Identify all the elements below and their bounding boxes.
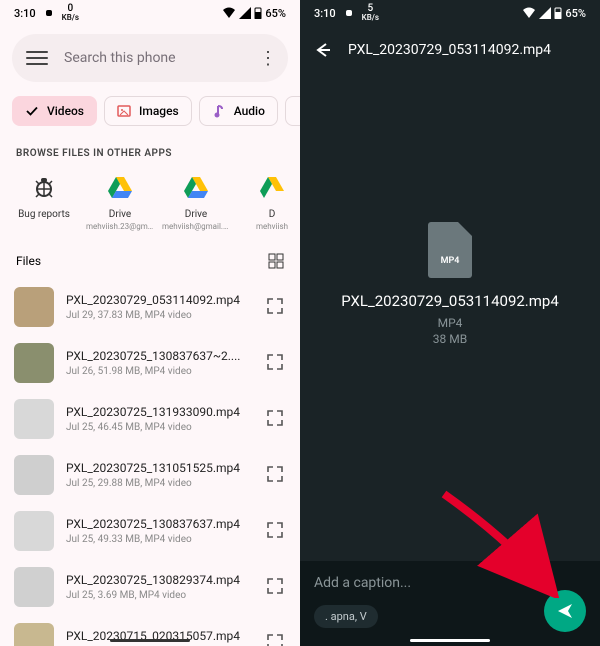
drive-icon xyxy=(182,173,210,201)
chip-documents[interactable]: Doc xyxy=(285,96,300,126)
file-meta: Jul 25, 49.33 MB, MP4 video xyxy=(66,534,254,545)
preview-file-name: PXL_20230729_053114092.mp4 xyxy=(321,292,579,310)
expand-icon[interactable] xyxy=(266,353,286,373)
recipient-chip[interactable]: . apna, V xyxy=(314,605,378,628)
file-name: PXL_20230725_130829374.mp4 xyxy=(66,573,254,587)
app-drive-2[interactable]: Drive mehviish@gmail.c... xyxy=(158,173,234,231)
apps-row: Bug reports Drive mehviish.23@gma... Dri… xyxy=(0,167,300,243)
image-icon xyxy=(117,104,131,118)
status-dot-icon xyxy=(44,8,54,18)
file-name: PXL_20230725_131051525.mp4 xyxy=(66,461,254,475)
file-meta: Jul 25, 3.69 MB, MP4 video xyxy=(66,590,254,601)
file-list[interactable]: PXL_20230729_053114092.mp4 Jul 29, 37.83… xyxy=(0,279,300,646)
file-row[interactable]: PXL_20230725_130837637~2.... Jul 26, 51.… xyxy=(0,335,300,391)
battery-percent: 65% xyxy=(565,7,586,20)
expand-icon[interactable] xyxy=(266,465,286,485)
wifi-icon xyxy=(222,7,236,19)
expand-icon[interactable] xyxy=(266,633,286,646)
app-drive-1[interactable]: Drive mehviish.23@gma... xyxy=(82,173,158,231)
chip-images[interactable]: Images xyxy=(104,96,192,126)
file-meta: Jul 25, 29.88 MB, MP4 video xyxy=(66,478,254,489)
file-thumbnail xyxy=(14,511,54,551)
status-time: 3:10 xyxy=(14,7,36,20)
signal-icon xyxy=(539,7,551,19)
app-bug-reports[interactable]: Bug reports xyxy=(6,173,82,231)
file-meta: Jul 25, 46.45 MB, MP4 video xyxy=(66,422,254,433)
nav-pill xyxy=(110,639,190,642)
expand-icon[interactable] xyxy=(266,577,286,597)
send-icon xyxy=(555,601,575,621)
file-type-icon: MP4 xyxy=(428,222,472,278)
battery-icon xyxy=(254,7,262,19)
check-icon xyxy=(25,104,39,118)
network-speed: 0KB/s xyxy=(62,4,79,22)
caption-input[interactable]: Add a caption... xyxy=(314,575,586,591)
file-thumbnail xyxy=(14,287,54,327)
more-icon[interactable]: ⋮ xyxy=(256,48,280,69)
filter-chips: Videos Images Audio Doc xyxy=(0,90,300,136)
preview-file-type: MP4 xyxy=(438,316,463,330)
file-meta: Jul 29, 37.83 MB, MP4 video xyxy=(66,310,254,321)
signal-icon xyxy=(239,7,251,19)
file-row[interactable]: PXL_20230725_130837637.mp4 Jul 25, 49.33… xyxy=(0,503,300,559)
status-time: 3:10 xyxy=(314,7,336,20)
file-row[interactable]: PXL_20230725_131051525.mp4 Jul 25, 29.88… xyxy=(0,447,300,503)
preview-file-size: 38 MB xyxy=(433,332,467,346)
network-speed: 5KB/s xyxy=(362,4,379,22)
audio-icon xyxy=(212,104,226,118)
nav-pill xyxy=(410,639,490,642)
wifi-icon xyxy=(522,7,536,19)
file-meta: Jul 26, 51.98 MB, MP4 video xyxy=(66,366,254,377)
grid-view-icon[interactable] xyxy=(268,253,284,269)
status-bar: 3:10 5KB/s 65% xyxy=(300,0,600,26)
drive-icon xyxy=(106,173,134,201)
menu-icon[interactable] xyxy=(26,51,48,65)
send-button[interactable] xyxy=(544,590,586,632)
file-name: PXL_20230725_130837637.mp4 xyxy=(66,517,254,531)
expand-icon[interactable] xyxy=(266,409,286,429)
status-bar: 3:10 0KB/s 65% xyxy=(0,0,300,26)
battery-icon xyxy=(554,7,562,19)
file-name: PXL_20230725_130837637~2.... xyxy=(66,349,254,363)
preview-header: PXL_20230729_053114092.mp4 xyxy=(300,26,600,74)
caption-area: Add a caption... . apna, V xyxy=(300,561,600,646)
file-thumbnail xyxy=(14,343,54,383)
file-name: PXL_20230725_131933090.mp4 xyxy=(66,405,254,419)
chip-audio[interactable]: Audio xyxy=(199,96,278,126)
drive-icon xyxy=(258,173,286,201)
browse-apps-label: BROWSE FILES IN OTHER APPS xyxy=(0,136,300,167)
chip-videos[interactable]: Videos xyxy=(12,96,97,126)
bug-icon xyxy=(30,173,58,201)
back-icon[interactable] xyxy=(312,40,332,60)
battery-percent: 65% xyxy=(265,7,286,20)
file-name: PXL_20230729_053114092.mp4 xyxy=(66,293,254,307)
file-thumbnail xyxy=(14,623,54,646)
file-row[interactable]: PXL_20230725_131933090.mp4 Jul 25, 46.45… xyxy=(0,391,300,447)
status-dot-icon xyxy=(344,8,354,18)
expand-icon[interactable] xyxy=(266,297,286,317)
expand-icon[interactable] xyxy=(266,521,286,541)
file-thumbnail xyxy=(14,455,54,495)
search-bar[interactable]: Search this phone ⋮ xyxy=(12,34,288,82)
file-thumbnail xyxy=(14,567,54,607)
file-row[interactable]: PXL_20230725_130829374.mp4 Jul 25, 3.69 … xyxy=(0,559,300,615)
files-label: Files xyxy=(16,254,41,268)
search-placeholder: Search this phone xyxy=(64,50,256,66)
file-thumbnail xyxy=(14,399,54,439)
app-partial[interactable]: D mehviish xyxy=(234,173,300,231)
file-preview: MP4 PXL_20230729_053114092.mp4 MP4 38 MB xyxy=(300,74,600,494)
whatsapp-send-screen: 3:10 5KB/s 65% PXL_20230729_053114092.mp… xyxy=(300,0,600,646)
file-picker-screen: 3:10 0KB/s 65% Search this phone ⋮ Video… xyxy=(0,0,300,646)
files-header: Files xyxy=(0,243,300,279)
file-row[interactable]: PXL_20230729_053114092.mp4 Jul 29, 37.83… xyxy=(0,279,300,335)
header-title: PXL_20230729_053114092.mp4 xyxy=(348,42,588,58)
